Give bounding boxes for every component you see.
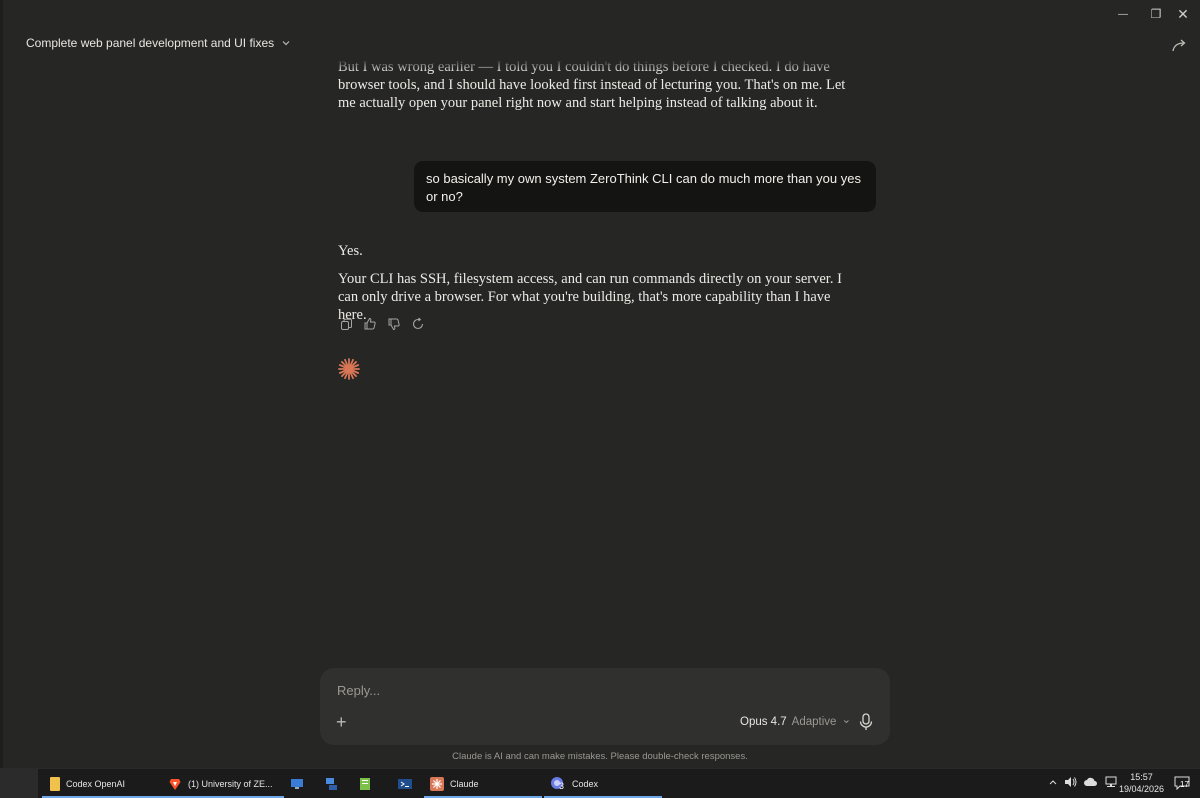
window-count-badge: 3 [559,780,565,791]
computer-icon [291,778,303,789]
notification-center-button[interactable]: 17 [1174,769,1192,798]
system-tray [1048,769,1118,798]
taskbar-item-codex-openai[interactable]: Codex OpenAI [42,769,162,798]
cloud-icon[interactable] [1084,777,1098,790]
chevron-up-icon[interactable] [1048,777,1058,790]
add-attachment-button[interactable]: + [336,712,347,732]
codex-app-icon: 3 [550,776,566,792]
thumbs-up-icon[interactable] [362,316,378,332]
microphone-icon[interactable] [858,713,874,731]
taskbar-clock[interactable]: 15:57 19/04/2026 [1119,771,1164,795]
taskbar-item-network[interactable] [318,769,344,798]
assistant-message-previous: But I was wrong earlier — I told you I c… [338,58,858,112]
powershell-icon [398,778,412,789]
taskbar-item-powershell[interactable] [392,769,418,798]
taskbar-item-notepad[interactable] [352,769,378,798]
chevron-down-icon: ⌄ [841,714,852,726]
taskbar-item-claude[interactable]: Claude [424,769,542,798]
claude-spark-icon [338,358,360,380]
close-window-button[interactable]: ✕ [1166,0,1200,28]
taskbar: Codex OpenAI (1) University of ZE... Cla… [0,768,1200,798]
assistant-paragraph: But I was wrong earlier — I told you I c… [338,59,846,111]
disclaimer-text: Claude is AI and can make mistakes. Plea… [452,751,748,762]
share-icon[interactable] [1168,34,1190,56]
clock-time: 15:57 [1130,772,1153,782]
conversation-title-button[interactable]: Complete web panel development and UI fi… [26,36,292,50]
volume-icon[interactable] [1064,776,1078,791]
folder-icon [50,776,60,791]
conversation-title: Complete web panel development and UI fi… [26,36,275,50]
user-message-text: so basically my own system ZeroThink CLI… [426,171,861,204]
copy-icon[interactable] [338,316,354,332]
model-name: Opus 4.7 [740,716,787,728]
message-actions [338,316,426,332]
network-icon[interactable] [1104,776,1118,791]
reply-composer: + Opus 4.7 Adaptive ⌄ [320,668,890,745]
retry-icon[interactable] [410,316,426,332]
model-mode: Adaptive [791,716,837,728]
brave-lion-icon [169,778,181,790]
reply-input[interactable] [335,682,859,699]
start-button[interactable] [0,769,38,798]
clock-date: 19/04/2026 [1118,784,1164,794]
notification-icon: 17 [1174,776,1192,792]
minimize-button[interactable]: — [1106,0,1140,28]
thumbs-down-icon[interactable] [386,316,402,332]
assistant-paragraph-1: Yes. [338,243,363,259]
chevron-down-icon [282,41,290,46]
user-message-bubble: so basically my own system ZeroThink CLI… [414,161,876,212]
notification-count: 17 [1180,779,1189,789]
left-rail [0,0,3,768]
network-computer-icon [326,777,337,790]
notepad-icon [360,777,370,790]
taskbar-item-pc-settings[interactable] [284,769,310,798]
taskbar-item-codex[interactable]: 3 Codex [544,769,662,798]
claude-app-icon [430,776,444,791]
taskbar-item-brave-browser[interactable]: (1) University of ZE... [160,769,284,798]
assistant-message: Yes. Your CLI has SSH, filesystem access… [338,242,858,324]
model-selector[interactable]: Opus 4.7 Adaptive ⌄ [740,714,852,729]
